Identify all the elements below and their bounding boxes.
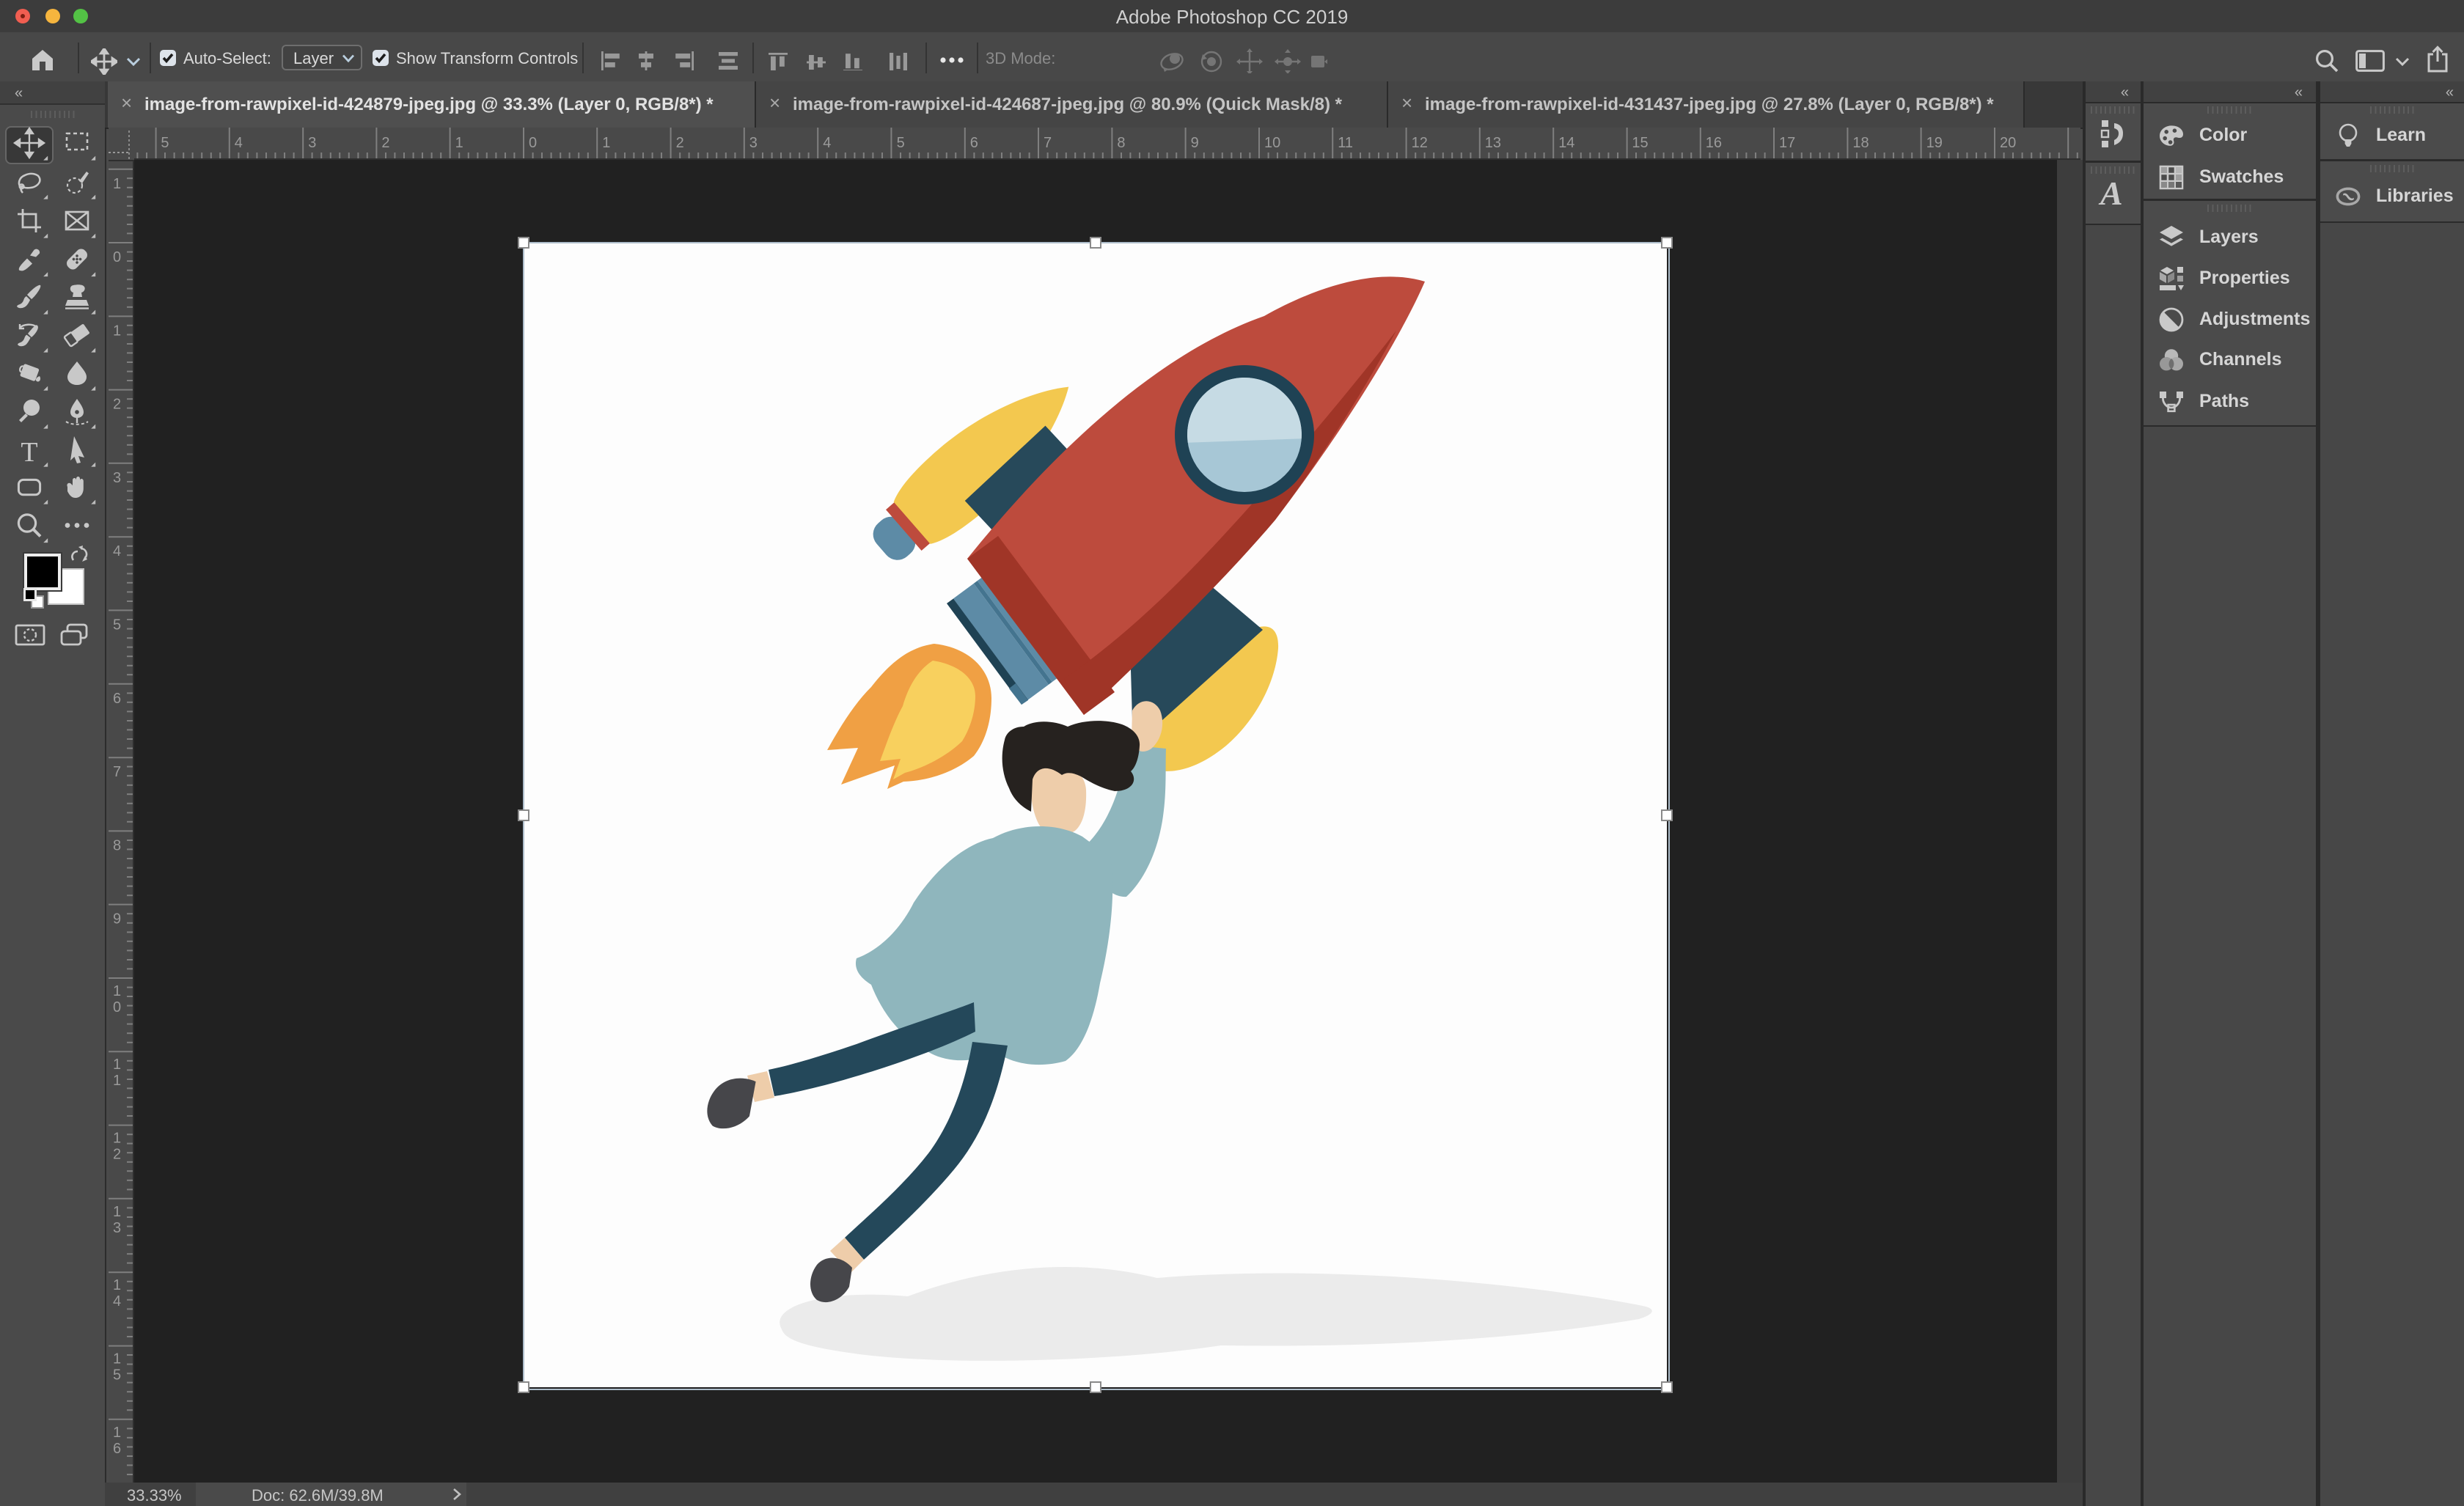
svg-text:4: 4 xyxy=(113,1293,121,1310)
svg-text:0: 0 xyxy=(113,249,121,265)
svg-text:19: 19 xyxy=(1926,135,1943,151)
svg-text:7: 7 xyxy=(1044,135,1052,151)
svg-text:6: 6 xyxy=(113,1441,121,1457)
svg-text:3: 3 xyxy=(749,135,758,151)
svg-text:6: 6 xyxy=(970,135,978,151)
svg-text:3: 3 xyxy=(113,1220,121,1236)
svg-text:20: 20 xyxy=(2000,135,2016,151)
svg-text:17: 17 xyxy=(1779,135,1795,151)
svg-text:1: 1 xyxy=(113,1131,121,1147)
svg-text:16: 16 xyxy=(1706,135,1722,151)
svg-text:3: 3 xyxy=(113,470,121,486)
svg-text:13: 13 xyxy=(1485,135,1501,151)
svg-text:11: 11 xyxy=(1338,135,1353,151)
svg-text:1: 1 xyxy=(113,1057,121,1073)
svg-text:2: 2 xyxy=(113,1147,121,1163)
svg-text:9: 9 xyxy=(1191,135,1199,151)
svg-text:1: 1 xyxy=(113,1277,121,1293)
svg-text:1: 1 xyxy=(113,1204,121,1220)
svg-text:1: 1 xyxy=(113,323,121,339)
svg-text:1: 1 xyxy=(602,135,610,151)
svg-text:8: 8 xyxy=(1117,135,1125,151)
svg-text:1: 1 xyxy=(455,135,463,151)
svg-text:0: 0 xyxy=(113,999,121,1015)
svg-text:10: 10 xyxy=(1264,135,1280,151)
svg-text:2: 2 xyxy=(381,135,389,151)
svg-text:1: 1 xyxy=(113,1425,121,1441)
svg-text:7: 7 xyxy=(113,764,121,780)
svg-text:1: 1 xyxy=(113,983,121,999)
svg-text:8: 8 xyxy=(113,837,121,853)
svg-text:5: 5 xyxy=(113,617,121,633)
svg-text:T: T xyxy=(21,437,37,468)
svg-text:4: 4 xyxy=(235,135,243,151)
svg-text:9: 9 xyxy=(113,911,121,928)
svg-text:1: 1 xyxy=(113,176,121,192)
svg-text:6: 6 xyxy=(113,691,121,707)
svg-text:5: 5 xyxy=(897,135,905,151)
svg-text:4: 4 xyxy=(823,135,831,151)
svg-text:5: 5 xyxy=(113,1367,121,1384)
svg-text:14: 14 xyxy=(1558,135,1574,151)
svg-text:15: 15 xyxy=(1632,135,1648,151)
svg-text:18: 18 xyxy=(1852,135,1869,151)
svg-text:1: 1 xyxy=(113,1351,121,1367)
svg-text:5: 5 xyxy=(161,135,169,151)
svg-text:2: 2 xyxy=(113,397,121,413)
svg-text:0: 0 xyxy=(529,135,537,151)
svg-text:4: 4 xyxy=(113,543,121,559)
svg-text:3: 3 xyxy=(308,135,316,151)
svg-text:12: 12 xyxy=(1412,135,1428,151)
svg-text:2: 2 xyxy=(676,135,684,151)
svg-text:1: 1 xyxy=(113,1073,121,1089)
